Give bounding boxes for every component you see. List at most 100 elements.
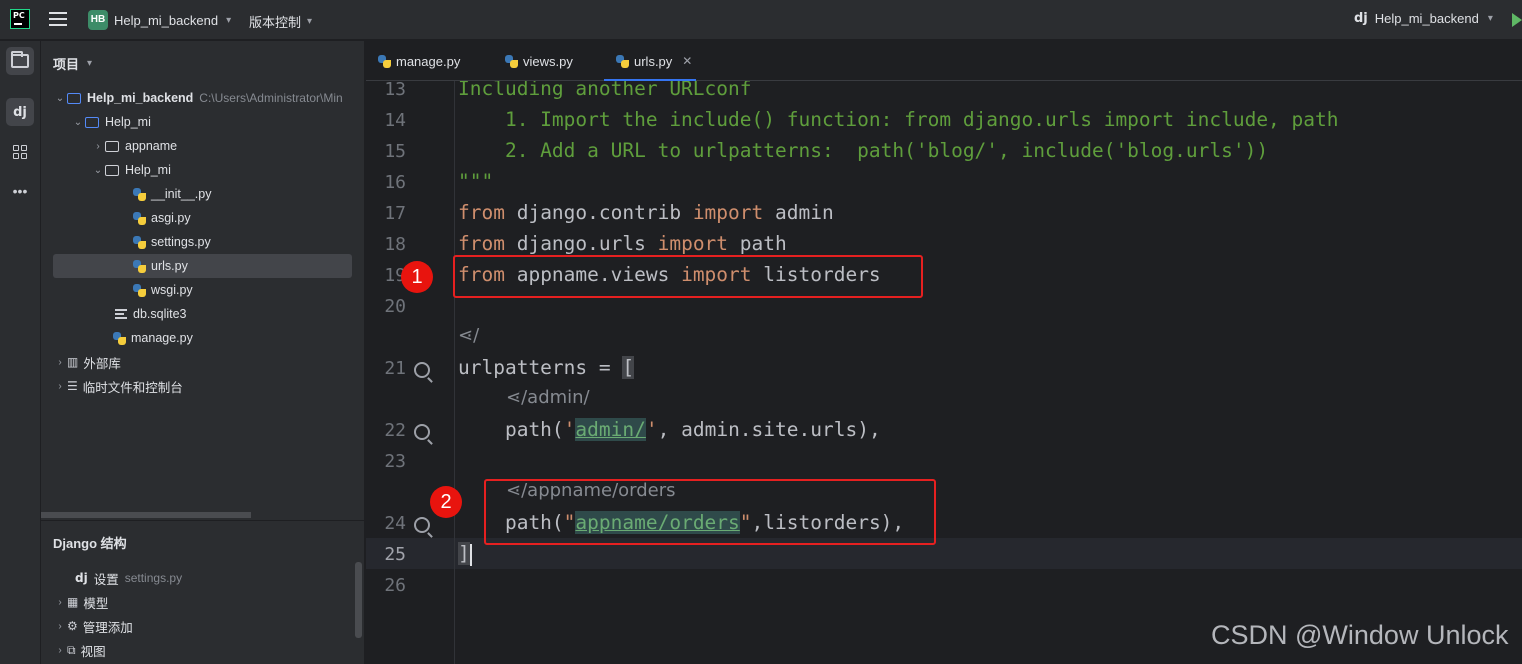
tree-item-label: __init__.py (151, 187, 212, 201)
keyword: from (458, 232, 505, 255)
tree-item-label: 临时文件和控制台 (82, 380, 183, 395)
annotation-marker-1: 1 (401, 261, 433, 293)
chevron-right-icon[interactable]: › (53, 381, 67, 392)
tree-item-label: 模型 (83, 596, 109, 611)
tree-item-settings-py[interactable]: settings.py (133, 230, 351, 254)
vcs-menu[interactable]: 版本控制 ▾ (249, 12, 312, 31)
tree-item-label: Help_mi (105, 115, 151, 129)
tab-label: views.py (523, 53, 573, 69)
line-number: 21 (384, 358, 406, 379)
run-config-name: Help_mi_backend (1374, 11, 1479, 26)
scratches-icon: ☰ (67, 379, 78, 393)
tree-item-wsgi-py[interactable]: wsgi.py (133, 278, 351, 302)
endpoint-gutter-icon[interactable] (414, 424, 430, 440)
line-number: 23 (384, 451, 406, 472)
url-inlay-hint[interactable]: ⋖/ (458, 325, 479, 346)
view-icon: ⧉ (67, 642, 76, 657)
django-structure-admin[interactable]: › ⚙ 管理添加 (53, 614, 353, 638)
run-icon[interactable] (1512, 13, 1522, 27)
folder-icon (67, 92, 81, 104)
tree-item-help-mi-package[interactable]: ⌄ Help_mi (91, 158, 391, 182)
gutter-separator (454, 81, 455, 664)
endpoint-gutter-icon[interactable] (414, 517, 430, 533)
close-icon[interactable]: ✕ (682, 54, 692, 68)
line-number: 26 (384, 575, 406, 596)
run-config-selector[interactable]: dj Help_mi_backend ▾ (1354, 11, 1493, 26)
tree-item-label: settings.py (151, 235, 211, 249)
django-tool-button[interactable]: dj (6, 98, 34, 126)
code-text: path( (458, 418, 564, 441)
code-editor[interactable]: 13 14 15 16 17 18 19 20 21 22 23 24 25 2… (366, 81, 1522, 664)
folder-icon (11, 51, 29, 68)
package-icon (105, 164, 119, 176)
line-number: 14 (384, 110, 406, 131)
chevron-right-icon[interactable]: › (53, 597, 67, 608)
django-structure-views[interactable]: › ⧉ 视图 (53, 638, 353, 662)
tree-item-manage-py[interactable]: manage.py (113, 326, 351, 350)
chevron-right-icon[interactable]: › (53, 645, 67, 656)
project-panel-label: 项目 (53, 57, 80, 72)
import-name: admin (763, 201, 834, 224)
structure-tool-button[interactable] (6, 138, 34, 166)
more-icon: ••• (12, 183, 28, 199)
module-name: django.contrib (504, 201, 693, 224)
path-hint: settings.py (124, 571, 183, 585)
python-file-icon (133, 283, 146, 297)
python-file-icon (505, 54, 518, 68)
keyword: import (657, 232, 729, 255)
horizontal-scrollbar[interactable] (41, 512, 251, 518)
project-tool-button[interactable] (6, 47, 34, 75)
chevron-right-icon[interactable]: › (91, 141, 105, 152)
url-inlay-hint[interactable]: ⋖/admin/ (506, 387, 590, 408)
tab-manage-py[interactable]: manage.py (378, 41, 460, 81)
tree-item-external-libraries[interactable]: › ▥ 外部库 (53, 350, 353, 374)
project-badge: HB (88, 10, 108, 30)
editor-tabs: manage.py views.py urls.py ✕ (366, 41, 1522, 82)
line-number: 16 (384, 172, 406, 193)
chevron-down-icon[interactable]: ⌄ (71, 117, 85, 128)
chevron-right-icon[interactable]: › (53, 621, 67, 632)
chevron-down-icon[interactable]: ⌄ (91, 165, 105, 176)
library-icon: ▥ (67, 355, 79, 369)
code-line-13: Including another URLconf (458, 81, 752, 100)
tree-item-db-sqlite3[interactable]: db.sqlite3 (115, 302, 351, 326)
code-line-21: urlpatterns = [ (458, 356, 635, 379)
code-line-15: 2. Add a URL to urlpatterns: path('blog/… (458, 139, 1269, 162)
code-bracket: [ (622, 356, 635, 379)
project-switcher[interactable]: HB Help_mi_backend ▾ (88, 10, 231, 30)
tree-item-init-py[interactable]: __init__.py (133, 182, 351, 206)
tree-item-label: Help_mi (125, 163, 171, 177)
django-icon: dj (1354, 11, 1368, 26)
tree-item-appname[interactable]: › appname (91, 134, 391, 158)
tree-item-urls-py[interactable]: urls.py (53, 254, 352, 278)
main-menu-icon[interactable] (49, 12, 67, 26)
line-number: 25 (384, 544, 406, 565)
tree-item-root[interactable]: ⌄ Help_mi_backend C:\Users\Administrator… (53, 86, 353, 110)
python-file-icon (133, 187, 146, 201)
django-structure-models[interactable]: › ▦ 模型 (53, 590, 353, 614)
chevron-down-icon[interactable]: ⌄ (53, 93, 67, 104)
tab-views-py[interactable]: views.py (505, 41, 573, 81)
code-line-14: 1. Import the include() function: from d… (458, 108, 1339, 131)
panel-divider[interactable] (41, 520, 365, 521)
tab-urls-py[interactable]: urls.py ✕ (604, 41, 697, 82)
django-structure-settings[interactable]: dj 设置 settings.py (75, 566, 375, 590)
string-quote: ' (563, 418, 576, 441)
python-file-icon (133, 259, 146, 273)
endpoint-gutter-icon[interactable] (414, 362, 430, 378)
code-line-17: from django.contrib import admin (458, 201, 834, 224)
folder-icon (85, 116, 99, 128)
project-panel-title[interactable]: 项目 ▾ (53, 54, 92, 73)
tree-item-asgi-py[interactable]: asgi.py (133, 206, 351, 230)
django-icon: dj (13, 104, 27, 120)
code-line-16: """ (458, 170, 494, 193)
line-number: 20 (384, 296, 406, 317)
url-hint-text: /admin/ (521, 387, 590, 408)
tree-item-help-mi[interactable]: ⌄ Help_mi (71, 110, 371, 134)
database-file-icon (115, 309, 127, 319)
tree-item-scratches[interactable]: › ☰ 临时文件和控制台 (53, 374, 353, 398)
more-tools-button[interactable]: ••• (6, 177, 34, 205)
tree-item-label: 视图 (80, 644, 106, 659)
chevron-right-icon[interactable]: › (53, 357, 67, 368)
chevron-down-icon: ▾ (226, 14, 232, 26)
